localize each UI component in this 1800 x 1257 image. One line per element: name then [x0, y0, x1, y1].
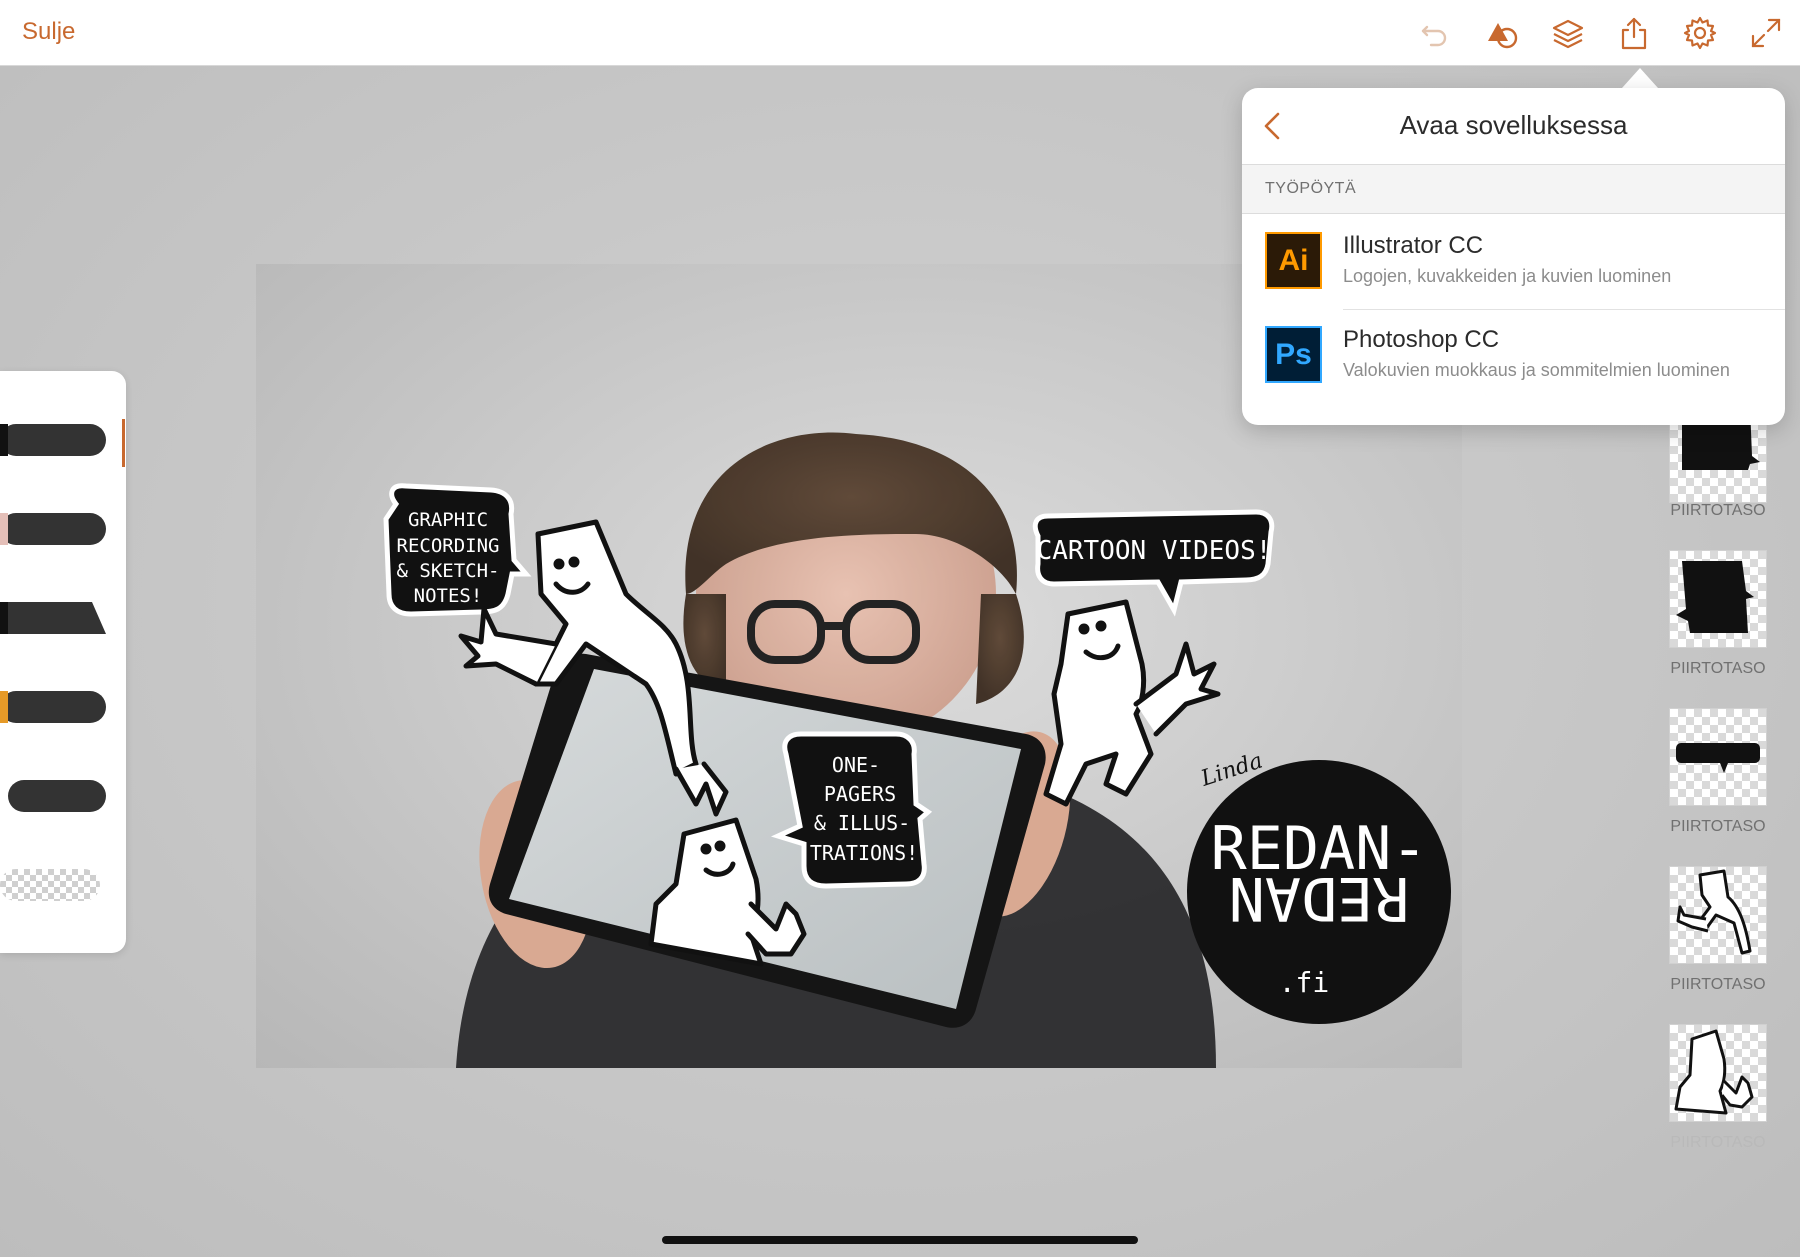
app-row-illustrator[interactable]: Ai Illustrator CC Logojen, kuvakkeiden j…	[1242, 214, 1785, 306]
shapes-button[interactable]	[1482, 13, 1522, 53]
app-description-photoshop: Valokuvien muokkaus ja sommitelmien luom…	[1343, 360, 1730, 380]
close-button[interactable]: Sulje	[22, 18, 75, 46]
share-icon	[1621, 17, 1647, 50]
redan-redan-logo: REDAN- REDAN .fi	[1187, 760, 1451, 1024]
bubble-1-line-4: NOTES!	[414, 585, 483, 607]
layer-label-4: PIIRTOTASO	[1670, 976, 1766, 993]
layer-2-preview	[1676, 561, 1754, 633]
photoshop-app-icon: Ps	[1265, 326, 1322, 383]
share-button[interactable]	[1614, 13, 1654, 53]
top-toolbar: Sulje	[0, 0, 1800, 66]
settings-button[interactable]	[1680, 13, 1720, 53]
layer-label-3: PIIRTOTASO	[1670, 818, 1766, 835]
settings-icon	[1683, 16, 1717, 50]
bubble-3-line-1: ONE-	[832, 753, 880, 777]
brush-panel	[0, 371, 126, 953]
bubble-1-line-2: RECORDING	[397, 535, 500, 557]
brush-round[interactable]	[0, 780, 110, 812]
layer-3-preview	[1676, 743, 1760, 773]
illustrator-app-icon: Ai	[1265, 232, 1322, 289]
speech-bubble-graphic-recording: GRAPHIC RECORDING & SKETCH- NOTES!	[383, 483, 532, 617]
app-row-photoshop[interactable]: Ps Photoshop CC Valokuvien muokkaus ja s…	[1242, 308, 1785, 400]
layer-thumbnail-3[interactable]	[1669, 708, 1767, 806]
undo-button[interactable]	[1415, 13, 1455, 53]
brush-eraser[interactable]	[0, 869, 110, 901]
layer-5-preview	[1674, 1029, 1754, 1115]
layer-label-2: PIIRTOTASO	[1670, 660, 1766, 677]
logo-line-2: REDAN	[1229, 863, 1410, 933]
layer-label-1: PIIRTOTASO	[1670, 502, 1766, 519]
layer-thumbnail-5[interactable]	[1669, 1024, 1767, 1122]
bubble-1-line-3: & SKETCH-	[397, 560, 500, 582]
brush-pencil[interactable]	[0, 424, 110, 456]
layer-thumbnail-2[interactable]	[1669, 550, 1767, 648]
active-brush-marker	[122, 419, 125, 467]
home-indicator[interactable]	[662, 1236, 1138, 1244]
fullscreen-button[interactable]	[1746, 13, 1786, 53]
speech-bubble-cartoon-videos: CARTOON VIDEOS!	[1032, 509, 1275, 617]
layers-icon	[1552, 19, 1584, 49]
bubble-3-line-2: PAGERS	[824, 782, 896, 806]
fullscreen-icon	[1751, 18, 1781, 48]
logo-suffix: .fi	[1279, 966, 1330, 999]
layer-label-5: PIIRTOTASO	[1670, 1134, 1766, 1151]
bubble-2-text: CARTOON VIDEOS!	[1037, 536, 1272, 566]
app-name-photoshop: Photoshop CC	[1343, 326, 1500, 353]
shapes-icon	[1488, 23, 1518, 49]
layers-button[interactable]	[1548, 13, 1588, 53]
brush-ink[interactable]	[0, 513, 110, 545]
bubble-3-line-4: TRATIONS!	[810, 841, 918, 865]
brush-marker[interactable]	[0, 602, 110, 634]
brush-flat[interactable]	[0, 691, 110, 723]
popover-arrow	[1622, 68, 1658, 88]
cartoon-character-2	[1043, 599, 1221, 807]
bubble-1-line-1: GRAPHIC	[408, 509, 488, 531]
open-in-app-popover: Avaa sovelluksessa TYÖPÖYTÄ Ai Illustrat…	[1242, 88, 1785, 425]
popover-title: Avaa sovelluksessa	[1399, 110, 1628, 140]
app-name-illustrator: Illustrator CC	[1343, 232, 1484, 259]
layer-4-preview	[1676, 869, 1752, 955]
undo-icon	[1421, 25, 1447, 47]
bubble-3-line-3: & ILLUS-	[814, 811, 910, 835]
app-description-illustrator: Logojen, kuvakkeiden ja kuvien luominen	[1343, 266, 1672, 286]
layer-thumbnail-4[interactable]	[1669, 866, 1767, 964]
section-header-desktop: TYÖPÖYTÄ	[1242, 164, 1785, 214]
